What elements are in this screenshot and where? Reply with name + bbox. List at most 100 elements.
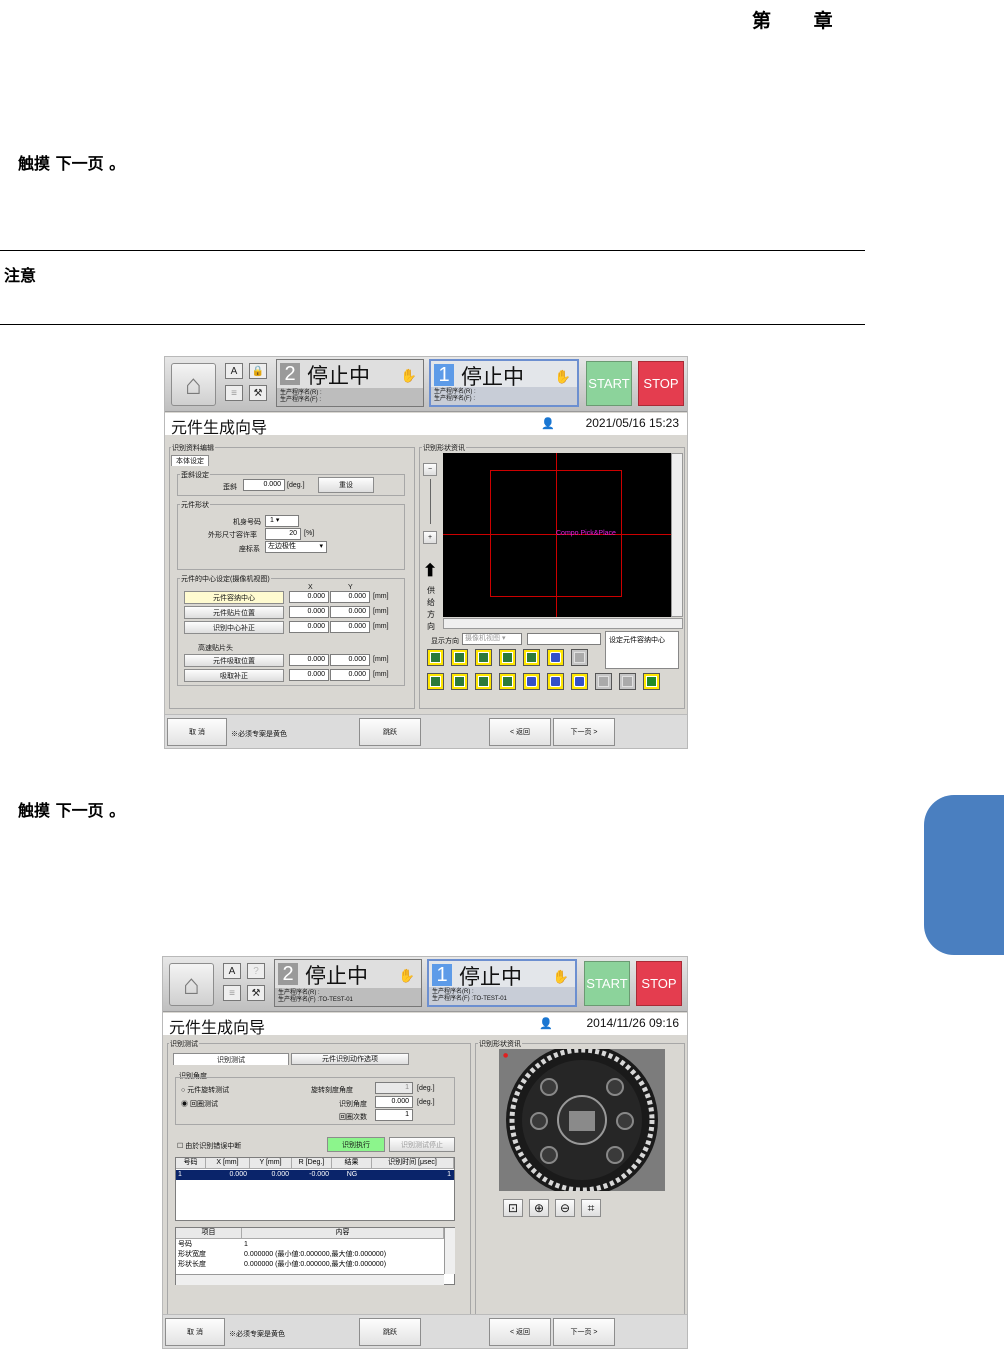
camera-image[interactable]: ●	[499, 1049, 665, 1191]
hand-icon: ✋	[398, 968, 415, 983]
x-input[interactable]: 0.000	[289, 591, 329, 603]
back-button[interactable]: < 返回	[489, 1318, 551, 1346]
tool-icon	[550, 652, 561, 663]
user-icon[interactable]: 👤	[539, 1017, 553, 1030]
lane-2-status[interactable]: 2 停止中 ✋ 生产程序名(R) : 生产程序名(F) :	[276, 359, 424, 407]
help-icon[interactable]: ?	[247, 963, 265, 979]
next-button[interactable]: 下一页 >	[553, 718, 615, 746]
y-input[interactable]: 0.000	[330, 591, 370, 603]
operator-icon[interactable]: ≡	[223, 985, 241, 1001]
horizontal-scrollbar[interactable]	[176, 1274, 444, 1285]
user-icon[interactable]: 👤	[541, 417, 555, 430]
cycles-input[interactable]: 1	[375, 1109, 413, 1121]
tool-button[interactable]	[499, 649, 516, 666]
tool-button[interactable]	[427, 673, 444, 690]
fit-button[interactable]: ⊡	[503, 1199, 523, 1217]
tool-button[interactable]	[451, 673, 468, 690]
run-button[interactable]: 识别执行	[327, 1137, 385, 1152]
stop-on-error-checkbox[interactable]: ☐ 由於识别错误中断	[177, 1141, 241, 1151]
lane-2-status[interactable]: 2 停止中 ✋ 生产程序名(R) : 生产程序名(F) :TO-TEST-01	[274, 959, 422, 1007]
lock-icon[interactable]: 🔒	[249, 363, 267, 379]
zoom-in-button[interactable]: +	[423, 531, 437, 544]
nozzle-label: 机身号码	[233, 519, 261, 526]
back-button[interactable]: < 返回	[489, 718, 551, 746]
coord-select[interactable]: 左边极性 ▾	[265, 541, 327, 553]
rotate-step-input[interactable]: 1	[375, 1082, 413, 1094]
angle-input[interactable]: 0.000	[375, 1096, 413, 1108]
operator-icon[interactable]: ≡	[225, 385, 243, 401]
tool-button[interactable]	[547, 649, 564, 666]
test-group-label: 识别测试	[169, 1039, 199, 1049]
start-button[interactable]: START	[584, 961, 630, 1006]
row-button[interactable]: 元件贴片位置	[184, 606, 284, 619]
y-input[interactable]: 0.000	[330, 606, 370, 618]
tool-button[interactable]	[595, 673, 612, 690]
required-note: ※必须专案是黄色	[229, 1331, 285, 1338]
skew-input[interactable]: 0.000	[243, 479, 285, 491]
tool-button[interactable]	[523, 673, 540, 690]
tool-icon	[502, 676, 513, 687]
home-button[interactable]: ⌂	[169, 963, 214, 1006]
recognition-canvas[interactable]: Compo.Pick&Place	[443, 453, 671, 617]
lane-1-status[interactable]: 1 停止中 ✋ 生产程序名(R) : 生产程序名(F) :	[429, 359, 579, 407]
x-input[interactable]: 0.000	[289, 606, 329, 618]
tab-recognition-test[interactable]: 识别测试	[173, 1053, 289, 1065]
tool-icon[interactable]: ⚒	[249, 385, 267, 401]
home-button[interactable]: ⌂	[171, 363, 216, 406]
display-direction-select[interactable]: 摄像机视图 ▾	[462, 633, 522, 645]
auto-mode-icon[interactable]: A	[225, 363, 243, 379]
tool-button[interactable]	[499, 673, 516, 690]
tool-button[interactable]	[427, 649, 444, 666]
y-input[interactable]: 0.000	[330, 621, 370, 633]
tool-button[interactable]	[475, 673, 492, 690]
horizontal-scrollbar[interactable]	[443, 618, 683, 629]
tab-recognition-options[interactable]: 元件识别动作选项	[291, 1053, 409, 1065]
tool-button[interactable]	[523, 649, 540, 666]
cancel-button[interactable]: 取 消	[165, 1318, 225, 1346]
tool-button[interactable]	[619, 673, 636, 690]
y-input[interactable]: 0.000	[330, 669, 370, 681]
tolerance-input[interactable]: 20	[265, 528, 301, 540]
zoom-in-button[interactable]: ⊕	[529, 1199, 549, 1217]
x-input[interactable]: 0.000	[289, 669, 329, 681]
row-button[interactable]: 识别中心补正	[184, 621, 284, 634]
skip-button[interactable]: 跳跃	[359, 1318, 421, 1346]
row-button[interactable]: 吸取补正	[184, 669, 284, 682]
stop-button[interactable]: STOP	[636, 961, 682, 1006]
tool-button[interactable]	[451, 649, 468, 666]
fullscreen-button[interactable]: ⌗	[581, 1199, 601, 1217]
vertical-scrollbar[interactable]	[671, 453, 683, 617]
tab-body-settings[interactable]: 本体设定	[171, 455, 209, 466]
tool-button[interactable]	[571, 673, 588, 690]
x-input[interactable]: 0.000	[289, 654, 329, 666]
radio-rotate[interactable]: ○ 元件旋转测试	[181, 1085, 229, 1095]
y-input[interactable]: 0.000	[330, 654, 370, 666]
cancel-button[interactable]: 取 消	[167, 718, 227, 746]
tool-button[interactable]	[475, 649, 492, 666]
hand-icon: ✋	[400, 368, 417, 383]
row-button[interactable]: 元件容纳中心	[184, 591, 284, 604]
reset-button[interactable]: 重设	[318, 477, 374, 493]
tool-icon[interactable]: ⚒	[247, 985, 265, 1001]
lane-1-status[interactable]: 1 停止中 ✋ 生产程序名(R) : 生产程序名(F) :TO-TEST-01	[427, 959, 577, 1007]
unit-label: [mm]	[373, 593, 389, 600]
stop-button[interactable]: STOP	[638, 361, 684, 406]
zoom-slider[interactable]	[430, 479, 431, 524]
auto-mode-icon[interactable]: A	[223, 963, 241, 979]
start-button[interactable]: START	[586, 361, 632, 406]
radio-cycle[interactable]: ◉ 回圈测试	[181, 1099, 218, 1109]
stop-test-button[interactable]: 识别测试停止	[389, 1137, 455, 1152]
table-row[interactable]: 1 0.000 0.000 -0.000 NG 1	[176, 1170, 454, 1180]
tool-button[interactable]	[571, 649, 588, 666]
tool-button[interactable]	[547, 673, 564, 690]
bottom-button-bar: 取 消 ※必须专案是黄色 跳跃 < 返回 下一页 >	[163, 1314, 687, 1348]
zoom-out-button[interactable]: ⊖	[555, 1199, 575, 1217]
tool-button[interactable]	[643, 673, 660, 690]
row-button[interactable]: 元件吸取位置	[184, 654, 284, 667]
nozzle-select[interactable]: 1 ▾	[265, 515, 299, 527]
next-button[interactable]: 下一页 >	[553, 1318, 615, 1346]
zoom-out-button[interactable]: −	[423, 463, 437, 476]
x-input[interactable]: 0.000	[289, 621, 329, 633]
home-icon: ⌂	[185, 368, 202, 400]
skip-button[interactable]: 跳跃	[359, 718, 421, 746]
